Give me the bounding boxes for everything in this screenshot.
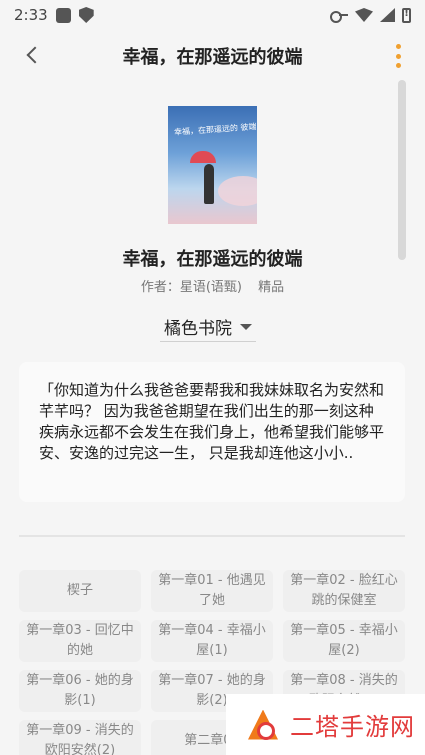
chapter-item[interactable]: 第一章03 - 回忆中的她 [19,620,141,662]
cover-cloud [218,176,257,206]
watermark-text: 二塔手游网 [290,713,415,741]
status-right [330,7,411,23]
chapter-item[interactable]: 第一章06 - 她的身影(1) [19,670,141,712]
app-header: 幸福，在那遥远的彼端 [0,30,425,82]
description-text: 「你知道为什么我爸爸要帮我和我妹妹取名为安然和芊芊吗？ 因为我爸爸期望在我们出生… [39,381,385,462]
status-bar: 2:33 [0,0,425,30]
divider [19,535,405,537]
more-menu-icon[interactable] [393,42,403,70]
chapter-item[interactable]: 第一章02 - 脸红心跳的保健室 [283,570,405,612]
status-time: 2:33 [14,6,48,24]
scrollbar[interactable] [398,80,406,260]
watermark-logo-icon [246,708,280,742]
notification-icon [55,7,71,23]
book-meta: 作者：星语(语甄) 精品 [0,276,425,295]
book-tag: 精品 [258,280,285,295]
vpn-key-icon [330,10,348,23]
signal-icon [380,8,395,22]
wifi-icon [355,8,373,22]
back-arrow-icon[interactable] [22,44,46,68]
dropdown-arrow-icon [240,323,252,330]
book-title: 幸福，在那遥远的彼端 [122,249,303,270]
book-cover[interactable]: 幸福，在那遥远的 彼端 [168,106,257,224]
source-label: 橘色书院 [164,319,232,339]
description-card[interactable]: 「你知道为什么我爸爸要帮我和我妹妹取名为安然和芊芊吗？ 因为我爸爸期望在我们出生… [19,362,405,502]
status-left: 2:33 [14,6,94,24]
menu-dot [395,53,401,59]
shield-icon [78,7,94,23]
chapter-item[interactable]: 第一章09 - 消失的欧阳安然(2) [19,720,141,755]
chapter-item[interactable]: 第一章01 - 他遇见了她 [151,570,273,612]
source-dropdown[interactable]: 橘色书院 [160,312,256,342]
page-title: 幸福，在那遥远的彼端 [122,47,303,68]
menu-dot [395,63,401,68]
cover-figure [204,164,214,204]
menu-dot [395,44,401,49]
watermark: 二塔手游网 [226,694,425,755]
chapter-item[interactable]: 第一章05 - 幸福小屋(2) [283,620,405,662]
battery-icon [402,7,411,23]
cover-umbrella [190,151,216,163]
book-author: 作者：星语(语甄) [140,280,242,295]
chapter-item[interactable]: 第一章04 - 幸福小屋(1) [151,620,273,662]
cover-title-text: 幸福，在那遥远的 彼端 [173,122,257,137]
chapter-item[interactable]: 楔子 [19,570,141,612]
